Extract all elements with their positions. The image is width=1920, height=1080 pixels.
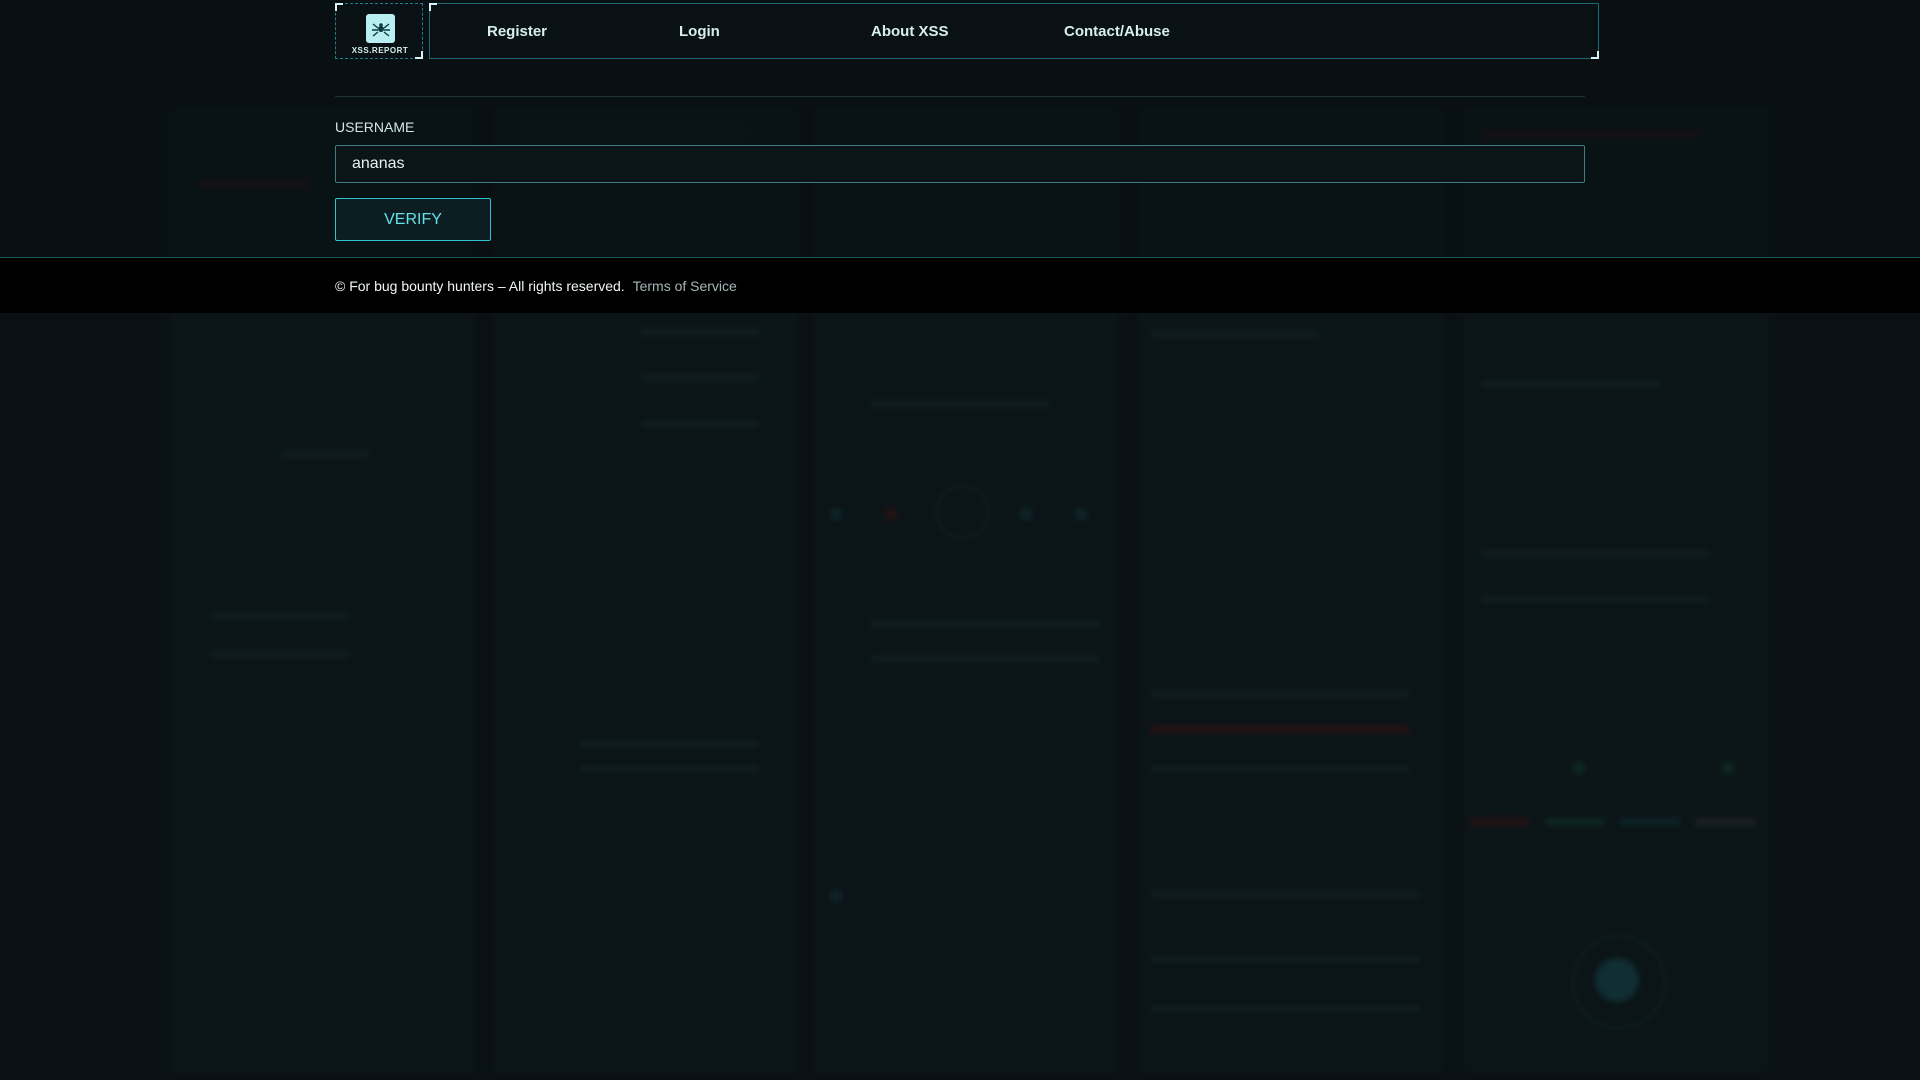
footer-copyright: © For bug bounty hunters – All rights re… xyxy=(335,278,625,294)
nav-item-about-xss[interactable]: About XSS xyxy=(871,23,949,40)
nav-menu: Register Login About XSS Contact/Abuse xyxy=(429,3,1599,59)
terms-of-service-link[interactable]: Terms of Service xyxy=(633,278,737,294)
username-label: USERNAME xyxy=(335,119,415,135)
spider-logo-icon xyxy=(366,14,395,43)
footer: © For bug bounty hunters – All rights re… xyxy=(0,258,1920,313)
logo-text: XSS.REPORT xyxy=(351,46,409,55)
top-navigation: XSS.REPORT Register Login About XSS Cont… xyxy=(335,3,1599,60)
header-divider xyxy=(335,96,1585,97)
footer-text: © For bug bounty hunters – All rights re… xyxy=(335,278,737,294)
site-logo[interactable]: XSS.REPORT xyxy=(335,3,423,59)
nav-item-register[interactable]: Register xyxy=(487,23,547,40)
nav-item-contact-abuse[interactable]: Contact/Abuse xyxy=(1064,23,1170,40)
nav-item-login[interactable]: Login xyxy=(679,23,720,40)
verify-button[interactable]: VERIFY xyxy=(335,198,491,241)
username-input[interactable] xyxy=(335,145,1585,183)
